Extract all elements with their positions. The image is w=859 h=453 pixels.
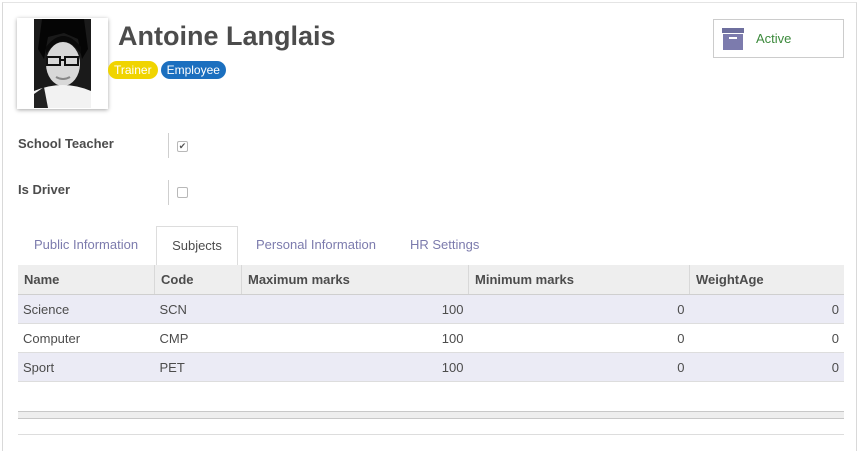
table-footer xyxy=(18,411,844,419)
table-row[interactable]: Computer CMP 100 0 0 xyxy=(18,323,844,353)
notebook-tabs: Public Information Subjects Personal Inf… xyxy=(18,226,844,266)
cell-name: Computer xyxy=(18,323,155,353)
cell-weightage: 0 xyxy=(689,352,844,382)
cell-weightage: 0 xyxy=(689,294,844,324)
field-separator xyxy=(168,133,169,158)
column-header-code[interactable]: Code xyxy=(154,265,242,295)
tab-hr-settings[interactable]: HR Settings xyxy=(410,226,479,266)
cell-min-marks: 0 xyxy=(468,323,690,353)
tab-subjects[interactable]: Subjects xyxy=(156,226,238,266)
archive-box-icon xyxy=(722,27,744,50)
is-driver-checkbox[interactable] xyxy=(177,187,188,198)
tag-trainer[interactable]: Trainer xyxy=(108,61,158,79)
tag-employee[interactable]: Employee xyxy=(160,61,226,79)
cell-name: Science xyxy=(18,294,155,324)
cell-name: Sport xyxy=(18,352,155,382)
tab-personal-information[interactable]: Personal Information xyxy=(256,226,376,266)
cell-code: SCN xyxy=(154,294,242,324)
divider xyxy=(18,434,844,435)
cell-max-marks: 100 xyxy=(241,294,469,324)
cell-max-marks: 100 xyxy=(241,323,469,353)
employee-tags: Trainer Employee xyxy=(108,61,226,79)
cell-weightage: 0 xyxy=(689,323,844,353)
active-toggle-label: Active xyxy=(756,31,792,46)
cell-min-marks: 0 xyxy=(468,294,690,324)
column-header-name[interactable]: Name xyxy=(18,265,155,295)
person-photo-icon xyxy=(34,19,91,108)
table-row[interactable]: Sport PET 100 0 0 xyxy=(18,352,844,382)
is-driver-label: Is Driver xyxy=(18,182,71,197)
cell-code: PET xyxy=(154,352,242,382)
school-teacher-label: School Teacher xyxy=(18,136,114,151)
table-header-row: Name Code Maximum marks Minimum marks We… xyxy=(18,265,844,295)
employee-avatar[interactable] xyxy=(17,18,108,109)
cell-code: CMP xyxy=(154,323,242,353)
table-row[interactable]: Science SCN 100 0 0 xyxy=(18,294,844,324)
column-header-minimum-marks[interactable]: Minimum marks xyxy=(468,265,690,295)
employee-name: Antoine Langlais xyxy=(118,21,336,51)
field-separator xyxy=(168,180,169,205)
active-toggle-button[interactable]: Active xyxy=(713,19,844,58)
subjects-table: Name Code Maximum marks Minimum marks We… xyxy=(18,265,844,382)
school-teacher-checkbox[interactable]: ✔ xyxy=(177,141,188,152)
tab-public-information[interactable]: Public Information xyxy=(34,226,138,266)
cell-min-marks: 0 xyxy=(468,352,690,382)
column-header-weightage[interactable]: WeightAge xyxy=(689,265,844,295)
cell-max-marks: 100 xyxy=(241,352,469,382)
column-header-maximum-marks[interactable]: Maximum marks xyxy=(241,265,469,295)
